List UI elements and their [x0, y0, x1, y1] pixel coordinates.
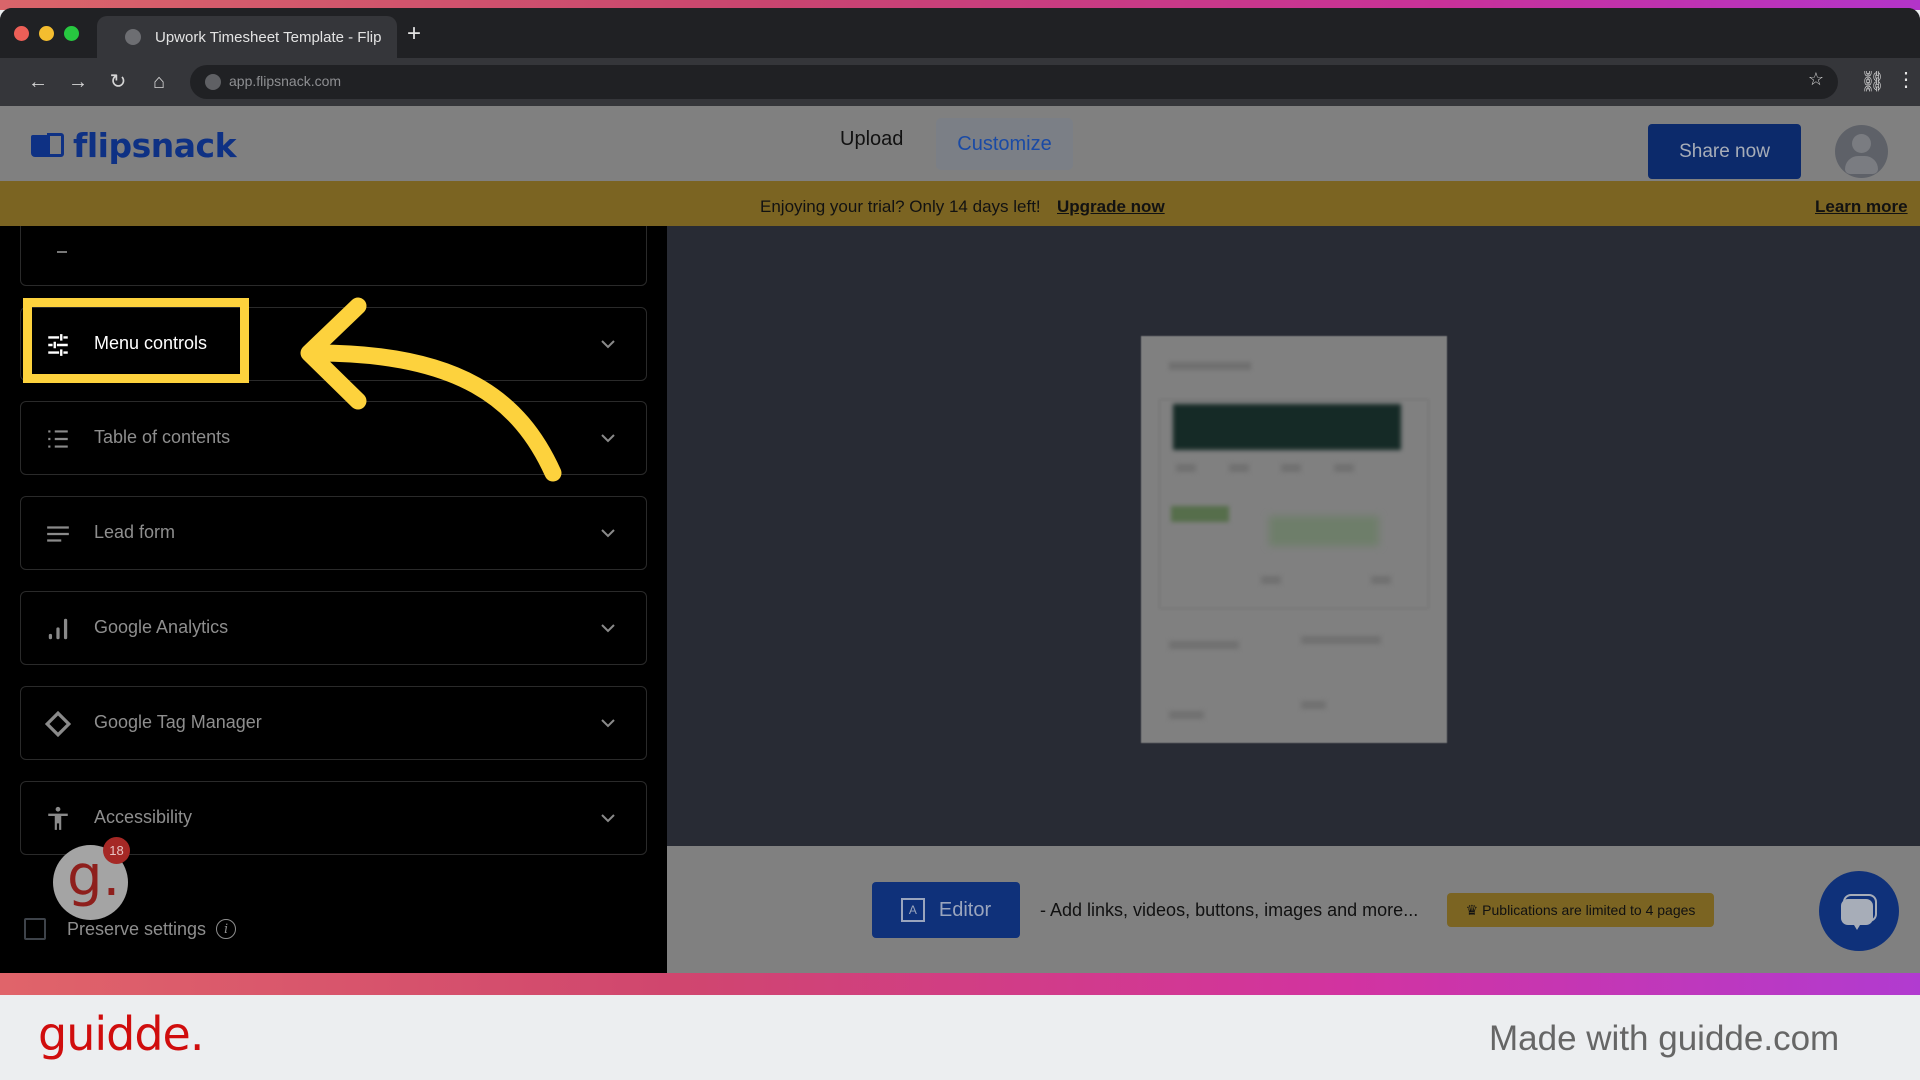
globe-icon — [205, 74, 221, 90]
home-icon[interactable]: ⌂ — [147, 70, 171, 94]
accordion-label: Google Tag Manager — [94, 712, 262, 732]
accordion-item-partial[interactable] — [20, 226, 647, 286]
preserve-settings: Preserve settings i — [24, 918, 237, 940]
bottom-gradient-strip — [0, 973, 1920, 995]
chevron-down-icon — [601, 814, 615, 823]
info-icon[interactable]: i — [216, 919, 237, 939]
accordion-google-analytics[interactable]: Google Analytics — [20, 591, 647, 665]
chevron-down-icon — [601, 434, 615, 443]
upgrade-now-link[interactable]: Upgrade now — [1057, 197, 1165, 217]
app-header: flipsnack Upload Customize Share now — [0, 106, 1920, 181]
editor-button[interactable]: A Editor — [872, 882, 1020, 938]
page-limit-badge: ♛ Publications are limited to 4 pages — [1447, 893, 1714, 927]
maximize-window-button[interactable] — [64, 26, 79, 41]
back-icon[interactable]: ← — [26, 70, 50, 94]
preview-area — [667, 226, 1920, 846]
list-icon — [48, 430, 68, 448]
accordion-label: Accessibility — [94, 807, 193, 827]
logo-text: flipsnack — [73, 126, 237, 165]
kebab-menu-icon[interactable]: ⋮ — [1896, 68, 1916, 92]
close-window-button[interactable] — [14, 26, 29, 41]
guidde-footer: guidde. Made with guidde.com — [0, 995, 1920, 1080]
preserve-settings-label: Preserve settings — [67, 918, 207, 939]
flipsnack-logo[interactable]: flipsnack — [31, 126, 237, 165]
chevron-down-icon — [601, 624, 615, 633]
reload-icon[interactable]: ↻ — [106, 70, 130, 94]
accordion-table-of-contents[interactable]: Table of contents — [20, 401, 647, 475]
editor-icon: A — [900, 898, 925, 922]
chat-support-button[interactable] — [1819, 871, 1899, 951]
accessibility-icon — [48, 806, 68, 830]
extensions-icon[interactable]: ⛓ — [1860, 69, 1885, 94]
address-bar[interactable]: app.flipsnack.com ☆ — [190, 65, 1838, 99]
preserve-settings-checkbox[interactable] — [24, 918, 46, 940]
trial-message: Enjoying your trial? Only 14 days left! — [760, 197, 1041, 216]
nav-customize[interactable]: Customize — [936, 118, 1073, 170]
page-limit-text: Publications are limited to 4 pages — [1482, 902, 1696, 918]
accordion-label: Table of contents — [94, 427, 231, 447]
bottom-toolbar: A Editor - Add links, videos, buttons, i… — [667, 846, 1920, 973]
star-icon[interactable]: ☆ — [1808, 69, 1824, 90]
notification-count: 18 — [103, 837, 130, 864]
globe-icon — [125, 29, 141, 45]
editor-description: - Add links, videos, buttons, images and… — [1040, 900, 1419, 920]
bar-chart-icon — [48, 618, 68, 640]
learn-more-link[interactable]: Learn more — [1815, 197, 1908, 217]
new-tab-button[interactable]: + — [407, 22, 421, 46]
book-icon — [31, 132, 65, 159]
accordion-label: Lead form — [94, 522, 176, 542]
accordion-lead-form[interactable]: Lead form — [20, 496, 647, 570]
nav-upload[interactable]: Upload — [840, 128, 903, 151]
chevron-down-icon — [601, 340, 615, 349]
browser-toolbar: ← → ↻ ⌂ app.flipsnack.com ☆ ⛓ ⋮ — [0, 58, 1920, 106]
made-with-text: Made with guidde.com — [1489, 1019, 1840, 1058]
settings-sidebar: Menu controls Table of contents Lead for… — [0, 226, 667, 973]
tab-title: Upwork Timesheet Template - Flip — [155, 28, 382, 46]
tab-bar: Upwork Timesheet Template - Flip + — [0, 8, 1920, 58]
publication-page-preview[interactable] — [1141, 336, 1447, 743]
chevron-down-icon — [601, 529, 615, 538]
user-icon — [1852, 134, 1871, 153]
editor-label: Editor — [938, 898, 992, 921]
highlight-box — [23, 298, 249, 383]
minimize-window-button[interactable] — [39, 26, 54, 41]
chat-icon — [1841, 894, 1877, 930]
forward-icon[interactable]: → — [66, 70, 90, 94]
crown-icon: ♛ — [1465, 901, 1479, 918]
chevron-down-icon — [601, 719, 615, 728]
accordion-label: Google Analytics — [94, 617, 229, 637]
accordion-google-tag-manager[interactable]: Google Tag Manager — [20, 686, 647, 760]
diamond-icon — [45, 711, 71, 737]
user-avatar[interactable] — [1835, 125, 1888, 178]
lines-icon — [47, 526, 69, 542]
guidde-logo: guidde. — [38, 1007, 204, 1061]
share-now-button[interactable]: Share now — [1648, 124, 1801, 179]
browser-tab[interactable]: Upwork Timesheet Template - Flip — [97, 16, 397, 58]
guidde-widget[interactable]: g. 18 — [53, 837, 130, 920]
url-text: app.flipsnack.com — [229, 73, 342, 89]
